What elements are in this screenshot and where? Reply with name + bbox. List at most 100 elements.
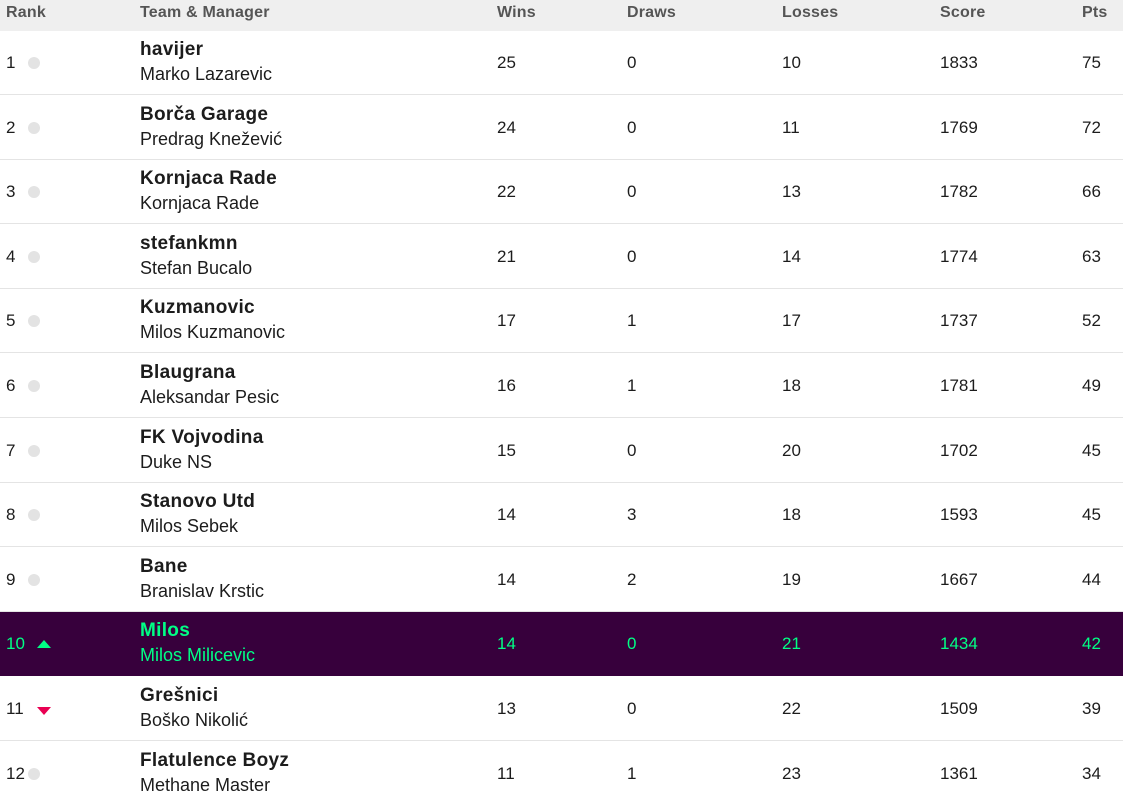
pts-value: 44 [1082, 570, 1101, 589]
pts-value: 34 [1082, 764, 1101, 783]
manager-name: Boško Nikolić [140, 710, 249, 730]
no-change-dot-icon [28, 445, 40, 457]
header-wins[interactable]: Wins [497, 4, 536, 22]
score-value: 1769 [940, 118, 978, 137]
losses-value: 11 [782, 118, 800, 137]
wins-value: 25 [497, 53, 516, 72]
losses-value: 17 [782, 311, 801, 330]
team-name-link[interactable]: Borča Garage [140, 105, 268, 125]
pts-value: 42 [1082, 634, 1101, 653]
manager-name: Aleksandar Pesic [140, 387, 280, 407]
table-row[interactable]: 5 Kuzmanovic Milos Kuzmanovic 17 1 17 1737 52 [0, 289, 1123, 353]
rank-value: 11 [6, 699, 24, 718]
table-row[interactable]: 8 Stanovo Utd Milos Sebek 14 3 18 1593 45 [0, 483, 1123, 547]
team-name-link[interactable]: Blaugrana [140, 363, 236, 383]
pts-value: 45 [1082, 441, 1101, 460]
pts-value: 39 [1082, 699, 1101, 718]
score-value: 1702 [940, 441, 978, 460]
table-row[interactable]: 1 havijer Marko Lazarevic 25 0 10 1833 75 [0, 31, 1123, 95]
header-pts[interactable]: Pts [1082, 4, 1108, 22]
wins-value: 22 [497, 182, 516, 201]
draws-value: 2 [627, 570, 637, 589]
wins-value: 14 [497, 634, 516, 653]
manager-name: Duke NS [140, 452, 213, 472]
manager-name: Milos Sebek [140, 516, 239, 536]
header-losses[interactable]: Losses [782, 4, 838, 22]
losses-value: 23 [782, 764, 801, 783]
team-name-link[interactable]: stefankmn [140, 234, 238, 254]
pts-value: 75 [1082, 53, 1101, 72]
wins-value: 14 [497, 505, 516, 524]
team-name-link[interactable]: Flatulence Boyz [140, 751, 289, 771]
table-header: Rank Team & Manager Wins Draws Losses Sc… [0, 0, 1123, 31]
table-row[interactable]: 10 Milos Milos Milicevic 14 0 21 1434 42 [0, 612, 1123, 676]
table-row[interactable]: 2 Borča Garage Predrag Knežević 24 0 11 1769 72 [0, 96, 1123, 160]
table-row[interactable]: 9 Bane Branislav Krstic 14 2 19 1667 44 [0, 548, 1123, 612]
team-name-link[interactable]: Bane [140, 557, 188, 577]
score-value: 1737 [940, 311, 978, 330]
pts-value: 49 [1082, 376, 1101, 395]
no-change-dot-icon [28, 251, 40, 263]
losses-value: 18 [782, 376, 801, 395]
rank-value: 2 [6, 118, 16, 137]
team-name-link[interactable]: havijer [140, 40, 203, 60]
draws-value: 3 [627, 505, 637, 524]
score-value: 1781 [940, 376, 978, 395]
manager-name: Stefan Bucalo [140, 258, 253, 278]
manager-name: Branislav Krstic [140, 581, 265, 601]
draws-value: 0 [627, 441, 637, 460]
wins-value: 11 [497, 764, 515, 783]
rank-up-arrow-icon [37, 640, 51, 648]
losses-value: 18 [782, 505, 801, 524]
draws-value: 0 [627, 634, 637, 653]
header-draws[interactable]: Draws [627, 4, 676, 22]
manager-name: Milos Milicevic [140, 645, 256, 665]
rank-value: 3 [6, 182, 16, 201]
rank-value: 8 [6, 505, 16, 524]
draws-value: 1 [627, 764, 637, 783]
rank-value: 1 [6, 53, 16, 72]
rank-value: 9 [6, 570, 16, 589]
no-change-dot-icon [28, 509, 40, 521]
team-name-link[interactable]: Kuzmanovic [140, 298, 255, 318]
rank-value: 6 [6, 376, 16, 395]
team-name-link[interactable]: Grešnici [140, 686, 218, 706]
wins-value: 14 [497, 570, 516, 589]
wins-value: 21 [497, 247, 516, 266]
team-name-link[interactable]: Milos [140, 621, 190, 641]
score-value: 1833 [940, 53, 978, 72]
wins-value: 13 [497, 699, 516, 718]
header-score[interactable]: Score [940, 4, 985, 22]
wins-value: 15 [497, 441, 516, 460]
table-row[interactable]: 12 Flatulence Boyz Methane Master 11 1 23 1361… [0, 742, 1123, 800]
draws-value: 1 [627, 311, 637, 330]
draws-value: 0 [627, 53, 637, 72]
wins-value: 24 [497, 118, 516, 137]
draws-value: 0 [627, 182, 637, 201]
table-row[interactable]: 3 Kornjaca Rade Kornjaca Rade 22 0 13 1782 66 [0, 160, 1123, 224]
score-value: 1361 [940, 764, 978, 783]
no-change-dot-icon [28, 122, 40, 134]
team-name-link[interactable]: Kornjaca Rade [140, 169, 277, 189]
losses-value: 22 [782, 699, 801, 718]
no-change-dot-icon [28, 380, 40, 392]
table-row[interactable]: 4 stefankmn Stefan Bucalo 21 0 14 1774 63 [0, 225, 1123, 289]
header-team-manager[interactable]: Team & Manager [140, 4, 270, 22]
team-name-link[interactable]: Stanovo Utd [140, 492, 255, 512]
rank-value: 7 [6, 441, 16, 460]
manager-name: Kornjaca Rade [140, 193, 260, 213]
score-value: 1593 [940, 505, 978, 524]
team-name-link[interactable]: FK Vojvodina [140, 428, 264, 448]
losses-value: 19 [782, 570, 801, 589]
pts-value: 72 [1082, 118, 1101, 137]
table-row[interactable]: 11 Grešnici Boško Nikolić 13 0 22 1509 39 [0, 677, 1123, 741]
rank-value: 12 [6, 764, 25, 783]
no-change-dot-icon [28, 186, 40, 198]
rank-value: 4 [6, 247, 16, 266]
header-rank[interactable]: Rank [6, 4, 46, 22]
table-row[interactable]: 6 Blaugrana Aleksandar Pesic 16 1 18 1781 49 [0, 354, 1123, 418]
table-row[interactable]: 7 FK Vojvodina Duke NS 15 0 20 1702 45 [0, 419, 1123, 483]
wins-value: 17 [497, 311, 516, 330]
score-value: 1782 [940, 182, 978, 201]
draws-value: 1 [627, 376, 637, 395]
